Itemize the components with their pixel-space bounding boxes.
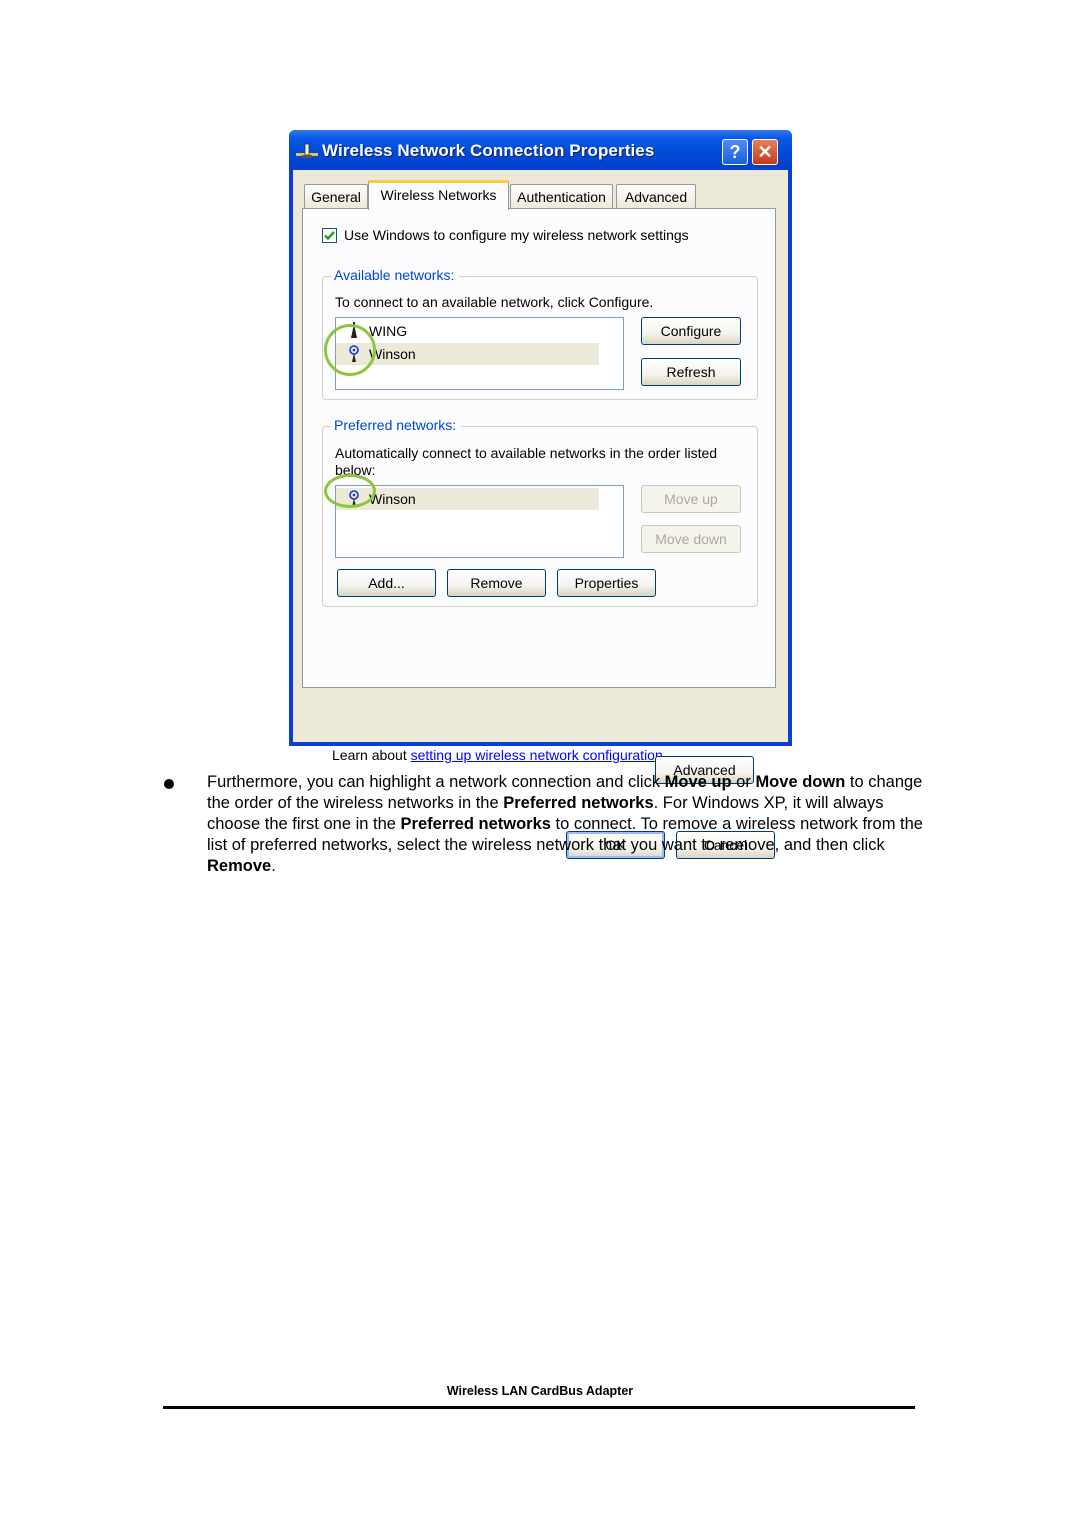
antenna-icon xyxy=(351,322,357,338)
dialog-client: General Wireless Networks Authentication… xyxy=(293,170,788,859)
bold-term: Move down xyxy=(755,773,846,791)
available-networks-title: Available networks: xyxy=(331,267,460,283)
preferred-antenna-icon xyxy=(349,490,359,507)
move-down-button[interactable]: Move down xyxy=(641,525,741,553)
network-name: Winson xyxy=(369,346,416,362)
paragraph-text: . xyxy=(271,857,276,875)
wireless-properties-dialog: Wireless Network Connection Properties ?… xyxy=(289,130,792,859)
help-button[interactable]: ? xyxy=(722,139,748,165)
footer-rule xyxy=(163,1406,915,1409)
instruction-paragraph: Furthermore, you can highlight a network… xyxy=(207,772,927,877)
network-name: WING xyxy=(369,323,408,339)
remove-button[interactable]: Remove xyxy=(447,569,546,597)
paragraph-text: Furthermore, you can highlight a network… xyxy=(207,773,665,791)
available-networks-list[interactable]: WING Winson xyxy=(335,317,624,390)
bold-term: Preferred networks xyxy=(503,794,654,812)
dialog-title: Wireless Network Connection Properties xyxy=(322,141,655,160)
learn-about-prefix: Learn about xyxy=(332,747,411,763)
preferred-networks-description: Automatically connect to available netwo… xyxy=(335,445,718,478)
bullet-point xyxy=(164,779,174,789)
available-networks-description: To connect to an available network, clic… xyxy=(335,294,654,310)
list-item[interactable]: Winson xyxy=(336,343,599,365)
preferred-networks-group: Preferred networks: Automatically connec… xyxy=(322,417,758,607)
refresh-button[interactable]: Refresh xyxy=(641,358,741,386)
use-windows-checkbox[interactable] xyxy=(322,228,337,243)
tab-advanced[interactable]: Advanced xyxy=(616,184,696,208)
add-button[interactable]: Add... xyxy=(337,569,436,597)
available-networks-group: Available networks: To connect to an ava… xyxy=(322,267,758,400)
paragraph-text: or xyxy=(731,773,756,791)
network-name: Winson xyxy=(369,491,416,507)
bold-term: Move up xyxy=(664,773,732,791)
tab-authentication[interactable]: Authentication xyxy=(510,184,613,208)
bold-term: Preferred networks xyxy=(400,815,551,833)
network-connection-icon xyxy=(296,143,318,158)
move-up-button[interactable]: Move up xyxy=(641,485,741,513)
configure-button[interactable]: Configure xyxy=(641,317,741,345)
use-windows-label: Use Windows to configure my wireless net… xyxy=(344,227,689,243)
list-item[interactable]: WING xyxy=(336,320,599,342)
list-item[interactable]: Winson xyxy=(336,488,599,510)
footer-title: Wireless LAN CardBus Adapter xyxy=(446,1384,634,1398)
close-button[interactable]: ✕ xyxy=(752,139,778,165)
properties-button[interactable]: Properties xyxy=(557,569,656,597)
preferred-networks-list[interactable]: Winson xyxy=(335,485,624,558)
wireless-networks-panel: Use Windows to configure my wireless net… xyxy=(302,208,776,688)
bold-term: Remove xyxy=(207,857,272,875)
preferred-antenna-icon xyxy=(349,345,359,362)
checkmark-icon xyxy=(324,231,335,241)
tab-wireless-networks[interactable]: Wireless Networks xyxy=(368,180,509,210)
title-bar[interactable]: Wireless Network Connection Properties ?… xyxy=(289,130,792,170)
learn-about-text: Learn about setting up wireless network … xyxy=(332,746,667,764)
tab-general[interactable]: General xyxy=(304,184,368,208)
learn-about-link[interactable]: setting up wireless network configuratio… xyxy=(411,747,667,763)
preferred-networks-title: Preferred networks: xyxy=(331,417,462,433)
